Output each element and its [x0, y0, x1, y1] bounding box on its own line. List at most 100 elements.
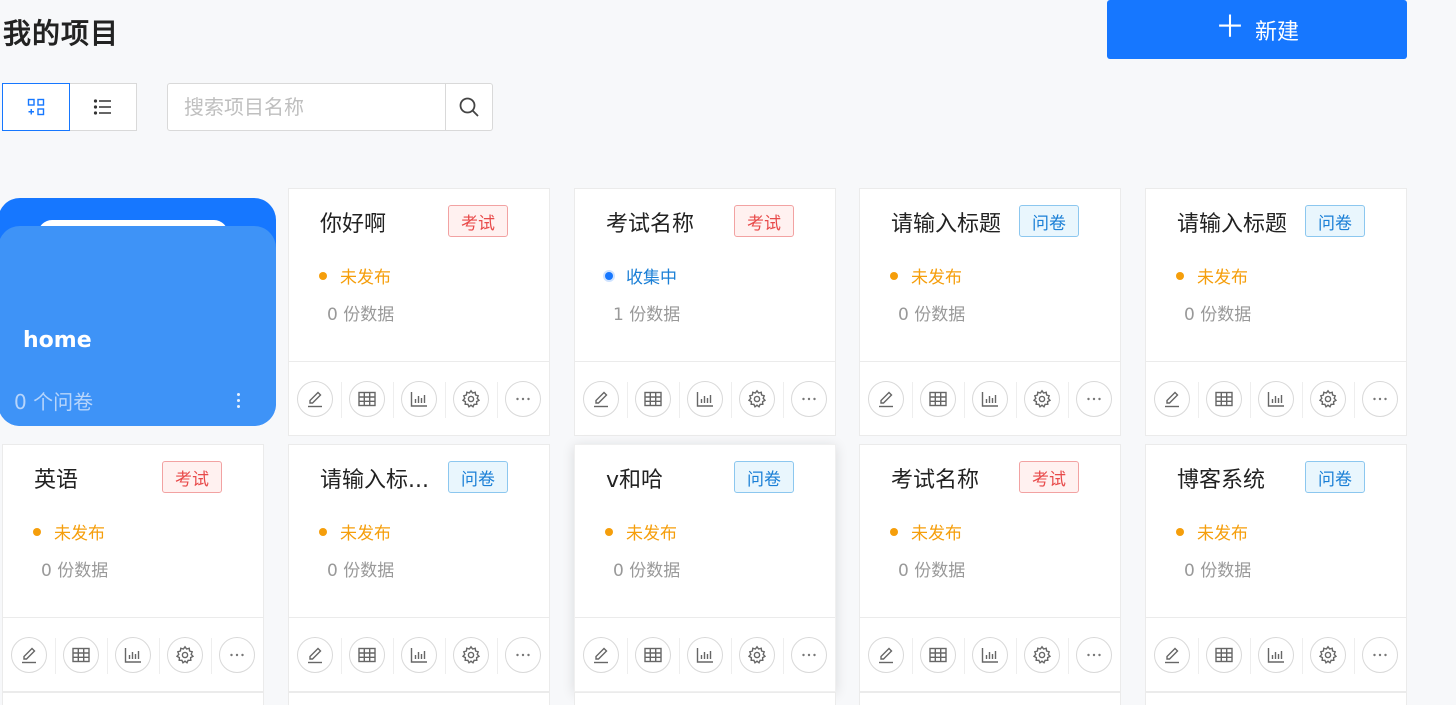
list-view-button[interactable] [69, 83, 137, 131]
data-action-button[interactable] [1198, 362, 1250, 437]
more-action-button[interactable] [497, 362, 549, 437]
settings-action-button[interactable] [1302, 618, 1354, 693]
project-status: 未发布 [33, 519, 105, 544]
settings-action-button[interactable] [1016, 618, 1068, 693]
stats-action-button[interactable] [1250, 618, 1302, 693]
table-icon [920, 381, 956, 417]
more-action-button[interactable] [1068, 618, 1120, 693]
data-action-button[interactable] [912, 362, 964, 437]
data-action-button[interactable] [912, 618, 964, 693]
table-icon [635, 637, 671, 673]
project-title: 请输入标... [320, 468, 429, 493]
card-actions [3, 617, 263, 692]
settings-action-button[interactable] [731, 618, 783, 693]
data-count: 0 份数据 [327, 561, 395, 581]
data-action-button[interactable] [1198, 618, 1250, 693]
stats-action-button[interactable] [679, 618, 731, 693]
more-action-button[interactable] [783, 618, 835, 693]
edit-action-button[interactable] [289, 618, 341, 693]
edit-action-button[interactable] [575, 618, 627, 693]
project-card[interactable]: 考试名称 考试 收集中 1 份数据 [574, 188, 836, 436]
edit-action-button[interactable] [575, 362, 627, 437]
folder-more-icon[interactable] [230, 388, 246, 412]
settings-action-button[interactable] [1302, 362, 1354, 437]
status-dot-icon [605, 527, 613, 536]
project-card[interactable]: 请输入标... 问卷 未发布 0 份数据 [288, 444, 550, 692]
card-actions [860, 361, 1120, 436]
project-type-tag: 问卷 [1019, 205, 1079, 237]
settings-action-button[interactable] [1016, 362, 1068, 437]
data-count: 0 份数据 [898, 561, 966, 581]
more-action-button[interactable] [1068, 362, 1120, 437]
chart-icon [687, 637, 723, 673]
project-status: 未发布 [319, 263, 391, 288]
more-action-button[interactable] [497, 618, 549, 693]
stats-action-button[interactable] [107, 618, 159, 693]
more-action-button[interactable] [1354, 362, 1406, 437]
more-action-button[interactable] [211, 618, 263, 693]
page-title: 我的项目 [3, 17, 120, 50]
project-type-tag: 考试 [448, 205, 508, 237]
search-icon [459, 97, 479, 117]
project-title: 考试名称 [891, 468, 980, 493]
gear-icon [1024, 637, 1060, 673]
folder-name: home [23, 328, 92, 353]
edit-action-button[interactable] [860, 618, 912, 693]
stats-action-button[interactable] [1250, 362, 1302, 437]
card-actions [289, 361, 549, 436]
more-icon [1076, 381, 1112, 417]
gear-icon [167, 637, 203, 673]
settings-action-button[interactable] [445, 618, 497, 693]
settings-action-button[interactable] [731, 362, 783, 437]
project-card[interactable]: 请输入标题 问卷 未发布 0 份数据 [1145, 188, 1407, 436]
data-action-button[interactable] [627, 618, 679, 693]
data-count: 0 份数据 [1184, 561, 1252, 581]
project-card[interactable]: 博客系统 问卷 未发布 0 份数据 [1145, 444, 1407, 692]
settings-action-button[interactable] [159, 618, 211, 693]
status-dot-icon [890, 271, 898, 280]
gear-icon [739, 637, 775, 673]
edit-action-button[interactable] [860, 362, 912, 437]
data-count: 0 份数据 [41, 561, 109, 581]
edit-action-button[interactable] [1146, 618, 1198, 693]
edit-action-button[interactable] [289, 362, 341, 437]
grid-view-button[interactable] [2, 83, 70, 131]
edit-action-button[interactable] [1146, 362, 1198, 437]
stats-action-button[interactable] [964, 362, 1016, 437]
project-card[interactable]: 请输入标题 问卷 未发布 0 份数据 [859, 188, 1121, 436]
status-dot-icon [33, 527, 41, 536]
stats-action-button[interactable] [393, 618, 445, 693]
stats-action-button[interactable] [964, 618, 1016, 693]
gear-icon [1310, 381, 1346, 417]
project-card[interactable]: v和哈 问卷 未发布 0 份数据 [574, 444, 836, 692]
new-button-label: 新建 [1254, 19, 1299, 45]
data-action-button[interactable] [55, 618, 107, 693]
status-label: 未发布 [626, 524, 677, 544]
more-action-button[interactable] [783, 362, 835, 437]
card-actions [1146, 361, 1406, 436]
data-action-button[interactable] [341, 618, 393, 693]
search-input[interactable] [167, 83, 446, 131]
data-action-button[interactable] [341, 362, 393, 437]
new-project-button[interactable]: ＋ 新建 [1107, 0, 1407, 59]
card-actions [289, 617, 549, 692]
project-type-tag: 问卷 [1305, 205, 1365, 237]
data-count: 0 份数据 [1184, 305, 1252, 325]
stats-action-button[interactable] [393, 362, 445, 437]
settings-action-button[interactable] [445, 362, 497, 437]
edit-action-button[interactable] [3, 618, 55, 693]
more-action-button[interactable] [1354, 618, 1406, 693]
project-card[interactable]: 英语 考试 未发布 0 份数据 [2, 444, 264, 692]
folder-card[interactable]: home 0 个问卷 [0, 198, 276, 426]
gear-icon [1310, 637, 1346, 673]
search-button[interactable] [446, 83, 493, 131]
table-icon [63, 637, 99, 673]
project-title: 博客系统 [1177, 468, 1266, 493]
stats-action-button[interactable] [679, 362, 731, 437]
project-card[interactable]: 考试名称 考试 未发布 0 份数据 [859, 444, 1121, 692]
status-label: 未发布 [911, 524, 962, 544]
edit-icon [297, 637, 333, 673]
project-title: 你好啊 [320, 212, 387, 237]
project-card[interactable]: 你好啊 考试 未发布 0 份数据 [288, 188, 550, 436]
data-action-button[interactable] [627, 362, 679, 437]
